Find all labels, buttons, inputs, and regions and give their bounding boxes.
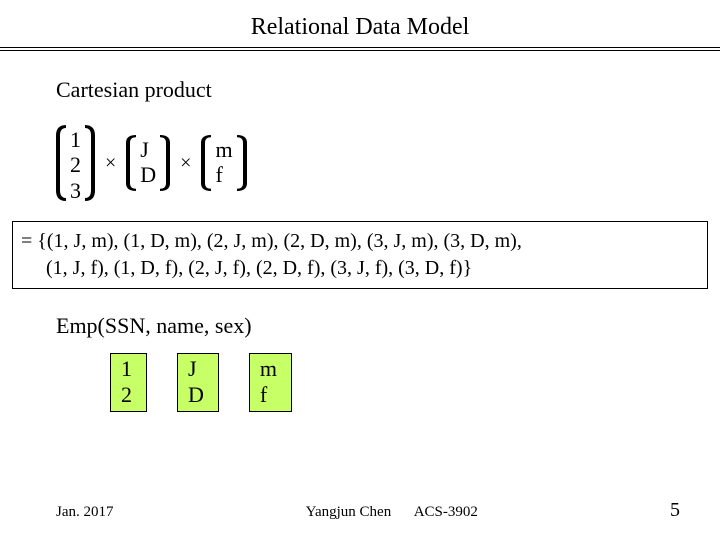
cell: f — [260, 382, 277, 408]
set-a-val: 2 — [70, 152, 81, 177]
cell: 2 — [121, 382, 132, 408]
sex-table: m f — [249, 353, 292, 412]
cell: J — [188, 356, 204, 382]
ssn-table: 1 2 — [110, 353, 147, 412]
name-table: J D — [177, 353, 219, 412]
cell: 1 — [121, 356, 132, 382]
set-c-val: f — [215, 162, 232, 187]
result-line: (1, J, f), (1, D, f), (2, J, f), (2, D, … — [21, 255, 699, 282]
times-operator: × — [180, 152, 191, 175]
set-b-val: D — [140, 162, 156, 187]
footer-date: Jan. 2017 — [56, 504, 114, 521]
set-c-bracketed: m f — [201, 135, 246, 191]
result-line: = {(1, J, m), (1, D, m), (2, J, m), (2, … — [21, 228, 699, 255]
set-b-val: J — [140, 137, 156, 162]
cartesian-product-expression: 1 2 3 × J D × m f — [56, 125, 720, 201]
emp-schema: Emp(SSN, name, sex) — [56, 313, 720, 339]
footer-page-number: 5 — [670, 499, 680, 522]
slide-title: Relational Data Model — [251, 14, 470, 40]
set-a-bracketed: 1 2 3 — [56, 125, 95, 201]
title-underline-bottom — [0, 50, 720, 51]
set-a-val: 1 — [70, 127, 81, 152]
set-b-bracketed: J D — [126, 135, 170, 191]
title-underline-top — [0, 47, 720, 48]
section-heading: Cartesian product — [56, 77, 720, 103]
cell: m — [260, 356, 277, 382]
result-set-box: = {(1, J, m), (1, D, m), (2, J, m), (2, … — [12, 221, 708, 289]
times-operator: × — [105, 152, 116, 175]
slide-footer: Jan. 2017 Yangjun Chen ACS-3902 5 — [0, 499, 720, 522]
set-a-val: 3 — [70, 178, 81, 203]
set-c-val: m — [215, 137, 232, 162]
example-tables: 1 2 J D m f — [110, 353, 720, 412]
footer-author-course: Yangjun Chen ACS-3902 — [114, 504, 671, 521]
cell: D — [188, 382, 204, 408]
